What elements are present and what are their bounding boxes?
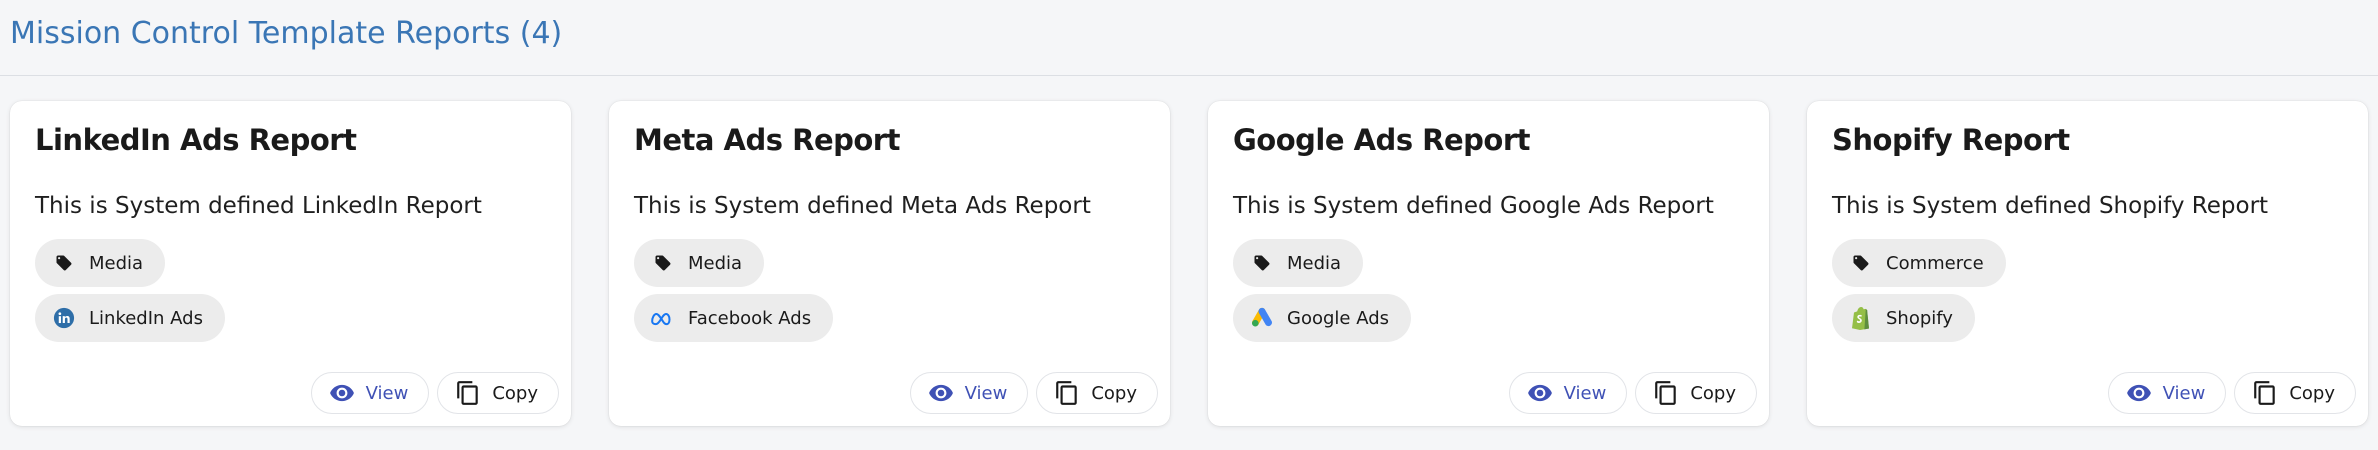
report-card-meta: Meta Ads Report This is System defined M… [609, 101, 1170, 426]
view-button[interactable]: View [310, 372, 430, 414]
copy-icon [454, 379, 482, 407]
category-chip: Media [634, 239, 765, 287]
card-actions: View Copy [310, 372, 559, 414]
copy-label: Copy [2289, 382, 2335, 404]
eye-icon [2125, 379, 2153, 407]
card-description: This is System defined Meta Ads Report [634, 193, 1091, 219]
copy-label: Copy [492, 382, 538, 404]
card-title: LinkedIn Ads Report [35, 123, 357, 157]
view-label: View [365, 382, 409, 404]
copy-icon [1652, 379, 1680, 407]
tag-icon [650, 250, 676, 276]
category-label: Media [1287, 252, 1342, 274]
copy-label: Copy [1091, 382, 1137, 404]
source-label: Shopify [1886, 307, 1953, 329]
source-chip: Shopify [1832, 294, 1975, 342]
source-label: Facebook Ads [688, 307, 812, 329]
report-card-linkedin: LinkedIn Ads Report This is System defin… [10, 101, 571, 426]
category-label: Media [89, 252, 144, 274]
category-label: Media [688, 252, 743, 274]
card-title: Shopify Report [1832, 123, 2070, 157]
source-chip: Google Ads [1233, 294, 1411, 342]
category-chip: Media [1233, 239, 1364, 287]
report-card-google-ads: Google Ads Report This is System defined… [1208, 101, 1769, 426]
card-description: This is System defined Shopify Report [1832, 193, 2269, 219]
card-description: This is System defined Google Ads Report [1233, 193, 1714, 219]
tag-icon [1249, 250, 1275, 276]
copy-label: Copy [1690, 382, 1736, 404]
view-label: View [1563, 382, 1607, 404]
category-chip: Media [35, 239, 166, 287]
shopify-icon [1848, 305, 1874, 331]
report-card-shopify: Shopify Report This is System defined Sh… [1807, 101, 2368, 426]
view-button[interactable]: View [2107, 372, 2227, 414]
google-ads-icon [1249, 305, 1275, 331]
copy-button[interactable]: Copy [1036, 372, 1158, 414]
copy-icon [1053, 379, 1081, 407]
tag-icon [1848, 250, 1874, 276]
view-label: View [2162, 382, 2206, 404]
linkedin-icon [51, 305, 77, 331]
card-title: Meta Ads Report [634, 123, 900, 157]
source-label: LinkedIn Ads [89, 307, 203, 329]
meta-icon [650, 305, 676, 331]
tag-icon [51, 250, 77, 276]
source-chip: LinkedIn Ads [35, 294, 225, 342]
source-chip: Facebook Ads [634, 294, 834, 342]
eye-icon [1526, 379, 1554, 407]
copy-button[interactable]: Copy [1635, 372, 1757, 414]
eye-icon [328, 379, 356, 407]
copy-icon [2251, 379, 2279, 407]
view-label: View [964, 382, 1008, 404]
template-reports-page: Mission Control Template Reports (4) Lin… [0, 0, 2378, 450]
view-button[interactable]: View [909, 372, 1029, 414]
report-card-list: LinkedIn Ads Report This is System defin… [10, 101, 2368, 426]
copy-button[interactable]: Copy [437, 372, 559, 414]
page-title: Mission Control Template Reports (4) [10, 16, 563, 51]
view-button[interactable]: View [1508, 372, 1628, 414]
card-actions: View Copy [909, 372, 1158, 414]
category-chip: Commerce [1832, 239, 2006, 287]
card-description: This is System defined LinkedIn Report [35, 193, 482, 219]
category-label: Commerce [1886, 252, 1984, 274]
eye-icon [927, 379, 955, 407]
card-actions: View Copy [2107, 372, 2356, 414]
source-label: Google Ads [1287, 307, 1389, 329]
copy-button[interactable]: Copy [2234, 372, 2356, 414]
header-divider [0, 75, 2378, 76]
card-title: Google Ads Report [1233, 123, 1531, 157]
card-actions: View Copy [1508, 372, 1757, 414]
